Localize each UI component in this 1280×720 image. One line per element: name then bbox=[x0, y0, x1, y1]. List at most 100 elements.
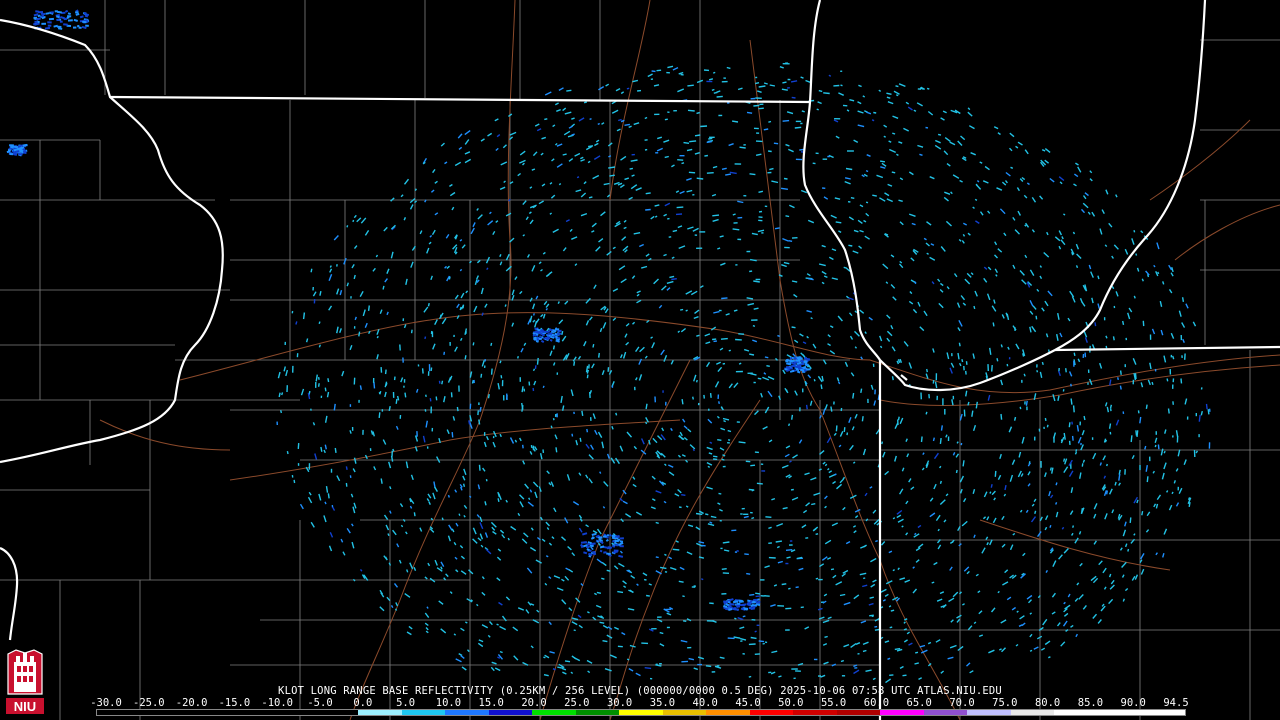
echo-mark bbox=[738, 362, 742, 365]
echo-mark bbox=[612, 550, 619, 554]
echo-mark bbox=[750, 604, 754, 607]
echo-mark bbox=[920, 436, 923, 443]
echo-mark bbox=[835, 425, 838, 432]
echo-mark bbox=[768, 150, 772, 153]
echo-mark bbox=[901, 525, 904, 528]
echo-mark bbox=[892, 132, 896, 135]
echo-mark bbox=[1063, 432, 1066, 440]
echo-mark bbox=[566, 89, 572, 92]
echo-mark bbox=[583, 101, 587, 104]
echo-mark bbox=[1180, 378, 1183, 384]
echo-mark bbox=[33, 17, 37, 20]
echo-mark bbox=[709, 393, 712, 398]
echo-mark bbox=[521, 386, 524, 393]
echo-mark bbox=[41, 12, 46, 16]
echo-mark bbox=[717, 439, 722, 441]
echo-mark bbox=[835, 221, 842, 224]
echo-mark bbox=[1000, 413, 1003, 420]
echo-mark bbox=[769, 167, 774, 171]
echo-mark bbox=[875, 540, 878, 543]
echo-mark bbox=[654, 215, 658, 218]
scale-swatch bbox=[793, 710, 837, 715]
echo-mark bbox=[602, 640, 608, 643]
scale-label: 35.0 bbox=[649, 697, 676, 709]
echo-mark bbox=[914, 532, 917, 536]
echo-mark bbox=[785, 549, 793, 551]
scale-label: -5.0 bbox=[307, 697, 333, 709]
echo-mark bbox=[736, 550, 739, 552]
echo-mark bbox=[293, 479, 296, 484]
echo-mark bbox=[1145, 404, 1148, 410]
echo-mark bbox=[561, 330, 564, 336]
echo-mark bbox=[738, 599, 743, 602]
echo-mark bbox=[752, 324, 756, 327]
echo-mark bbox=[1205, 403, 1208, 410]
echo-mark bbox=[695, 512, 703, 516]
scale-label: 60.0 bbox=[863, 697, 890, 709]
echo-mark bbox=[782, 507, 788, 510]
echo-mark bbox=[1075, 449, 1078, 452]
echo-mark bbox=[1181, 297, 1185, 303]
echo-mark bbox=[777, 334, 780, 337]
echo-mark bbox=[1162, 281, 1165, 285]
scale-swatch bbox=[532, 710, 576, 715]
echo-mark bbox=[889, 626, 893, 629]
echo-mark bbox=[1019, 406, 1022, 410]
echo-mark bbox=[726, 66, 731, 70]
echo-mark bbox=[588, 553, 593, 557]
echo-mark bbox=[549, 332, 553, 336]
echo-mark bbox=[586, 548, 590, 552]
echo-mark bbox=[725, 603, 730, 607]
echo-mark bbox=[765, 516, 772, 518]
echo-mark bbox=[367, 305, 370, 311]
echo-mark bbox=[605, 538, 609, 542]
echo-mark bbox=[795, 586, 799, 589]
echo-mark bbox=[598, 538, 602, 541]
echo-mark bbox=[708, 452, 713, 455]
echo-mark bbox=[778, 675, 782, 678]
echo-mark bbox=[1157, 444, 1160, 450]
scale-label: 30.0 bbox=[606, 697, 633, 709]
echo-mark bbox=[615, 412, 618, 416]
echo-mark bbox=[1122, 320, 1125, 326]
echo-mark bbox=[600, 540, 604, 545]
echo-mark bbox=[1036, 370, 1039, 373]
echo-mark bbox=[327, 378, 330, 383]
echo-mark bbox=[22, 150, 27, 153]
echo-mark bbox=[1146, 476, 1149, 483]
echo-mark bbox=[1072, 525, 1075, 528]
echo-mark bbox=[749, 353, 755, 356]
echo-mark bbox=[721, 297, 728, 300]
echo-mark bbox=[723, 600, 729, 604]
echo-mark bbox=[723, 604, 728, 609]
echo-mark bbox=[732, 213, 736, 216]
echo-mark bbox=[427, 302, 430, 307]
scale-swatch bbox=[1010, 710, 1055, 715]
scale-label: 65.0 bbox=[906, 697, 932, 709]
echo-mark bbox=[843, 427, 846, 432]
echo-mark bbox=[811, 503, 816, 506]
echo-mark bbox=[744, 553, 749, 556]
echo-mark bbox=[894, 647, 901, 651]
echo-mark bbox=[619, 541, 624, 546]
echo-mark bbox=[669, 275, 675, 279]
echo-mark bbox=[892, 569, 895, 572]
echo-mark bbox=[773, 142, 779, 145]
echo-mark bbox=[558, 182, 562, 186]
echo-mark bbox=[1188, 501, 1191, 508]
echo-mark bbox=[677, 159, 684, 161]
echo-mark bbox=[681, 162, 685, 165]
echo-mark bbox=[791, 362, 797, 366]
echo-mark bbox=[591, 536, 595, 539]
echo-mark bbox=[17, 145, 22, 148]
echo-mark bbox=[424, 409, 427, 412]
echo-mark bbox=[973, 305, 976, 310]
echo-mark bbox=[1010, 166, 1014, 169]
echo-mark bbox=[1070, 398, 1073, 405]
echo-mark bbox=[395, 398, 398, 404]
echo-mark bbox=[681, 494, 686, 496]
echo-mark bbox=[1076, 424, 1080, 432]
echo-mark bbox=[791, 364, 796, 368]
echo-mark bbox=[552, 345, 555, 350]
echo-mark bbox=[549, 328, 553, 332]
